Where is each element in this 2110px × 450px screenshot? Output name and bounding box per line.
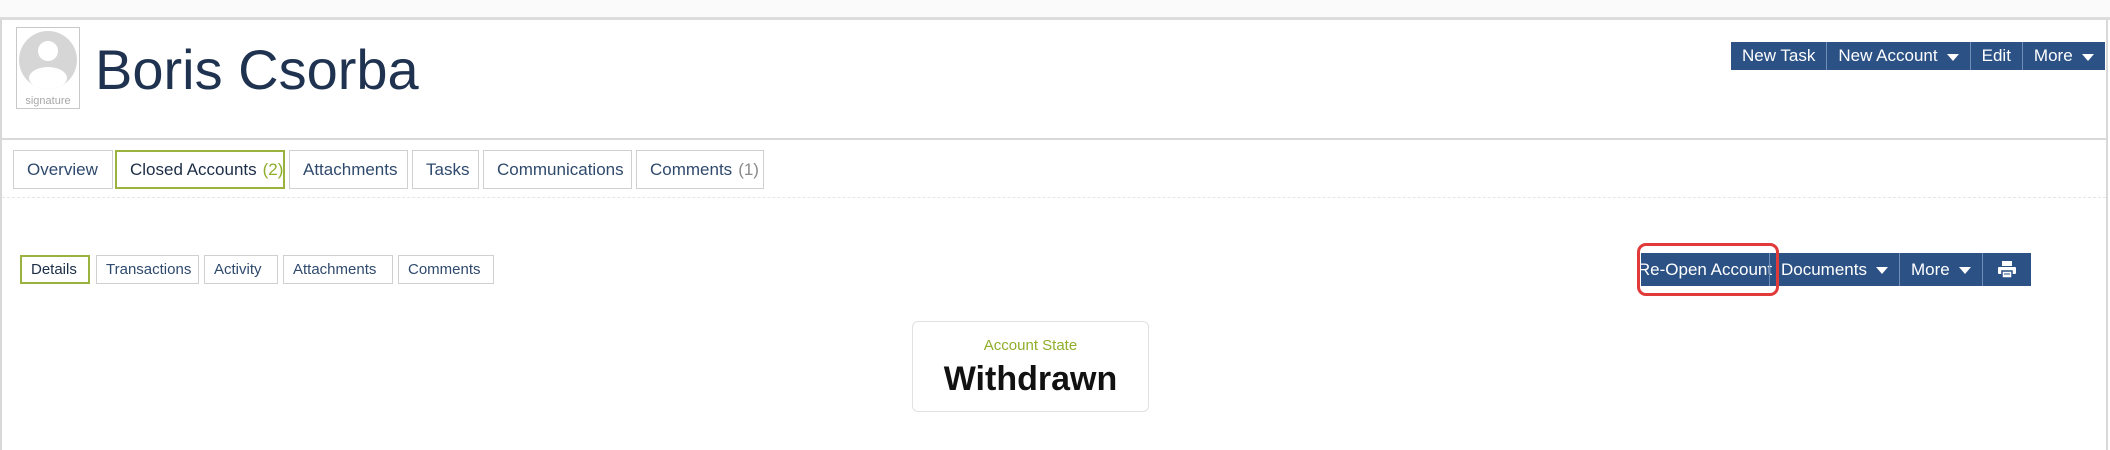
edit-label: Edit: [1981, 46, 2011, 65]
edit-button[interactable]: Edit: [1969, 42, 2022, 70]
reopen-account-button[interactable]: Re-Open Account: [1637, 253, 1773, 286]
account-more-button[interactable]: More: [1898, 253, 1982, 286]
top-bar: [0, 0, 2110, 20]
subtab-label: Comments: [408, 261, 481, 278]
tab-label: Communications: [497, 159, 624, 179]
caret-down-icon: [1958, 267, 1971, 274]
header-divider: [2, 138, 2106, 140]
tab-communications[interactable]: Communications: [483, 150, 632, 189]
caret-down-icon: [2081, 53, 2094, 61]
tab-label: Comments: [650, 159, 733, 179]
printer-icon: [1997, 261, 2016, 278]
documents-button[interactable]: Documents: [1769, 253, 1899, 286]
tab-tasks[interactable]: Tasks: [412, 150, 479, 189]
tab-label: Closed Accounts: [130, 159, 257, 179]
account-state-card: Account State Withdrawn: [912, 321, 1149, 412]
new-task-label: New Task: [1742, 46, 1816, 65]
tab-label: Tasks: [426, 159, 470, 179]
account-state-label: Account State: [983, 337, 1078, 354]
caret-down-icon: [1946, 53, 1959, 61]
reopen-account-label: Re-Open Account: [1637, 259, 1773, 279]
account-state-value: Withdrawn: [943, 360, 1118, 398]
tab-count: (1): [738, 159, 759, 179]
subtab-comments[interactable]: Comments: [398, 255, 494, 284]
tab-count: (2): [262, 159, 284, 179]
subtab-transactions[interactable]: Transactions: [96, 255, 199, 284]
tab-label: Overview: [27, 159, 98, 179]
tab-closed-accounts[interactable]: Closed Accounts (2): [115, 150, 285, 189]
subtab-activity[interactable]: Activity: [204, 255, 278, 284]
more-button[interactable]: More: [2021, 42, 2105, 70]
page-title: Boris Csorba: [95, 38, 419, 101]
documents-label: Documents: [1781, 259, 1867, 279]
subtab-label: Activity: [214, 261, 262, 278]
subtab-label: Attachments: [293, 261, 377, 278]
new-task-button[interactable]: New Task: [1731, 42, 1826, 70]
tab-comments[interactable]: Comments (1): [636, 150, 764, 189]
avatar-caption: signature: [25, 95, 71, 107]
account-action-group: Re-Open Account Documents More: [1637, 253, 2031, 286]
print-button[interactable]: [1981, 253, 2031, 286]
subtab-details[interactable]: Details: [20, 255, 90, 284]
tab-label: Attachments: [303, 159, 398, 179]
person-silhouette-icon: [19, 31, 77, 89]
caret-down-icon: [1875, 267, 1888, 274]
header-action-group: New Task New Account Edit More: [1731, 42, 2105, 70]
subtab-attachments[interactable]: Attachments: [283, 255, 393, 284]
avatar[interactable]: signature: [16, 27, 80, 109]
subtab-label: Transactions: [106, 261, 192, 278]
more-label: More: [2033, 46, 2073, 65]
tabs-divider: [2, 197, 2106, 198]
subtab-label: Details: [31, 261, 77, 278]
new-account-button[interactable]: New Account: [1826, 42, 1969, 70]
tab-attachments[interactable]: Attachments: [289, 150, 408, 189]
account-more-label: More: [1910, 259, 1950, 279]
tab-overview[interactable]: Overview: [13, 150, 113, 189]
new-account-label: New Account: [1838, 46, 1938, 65]
